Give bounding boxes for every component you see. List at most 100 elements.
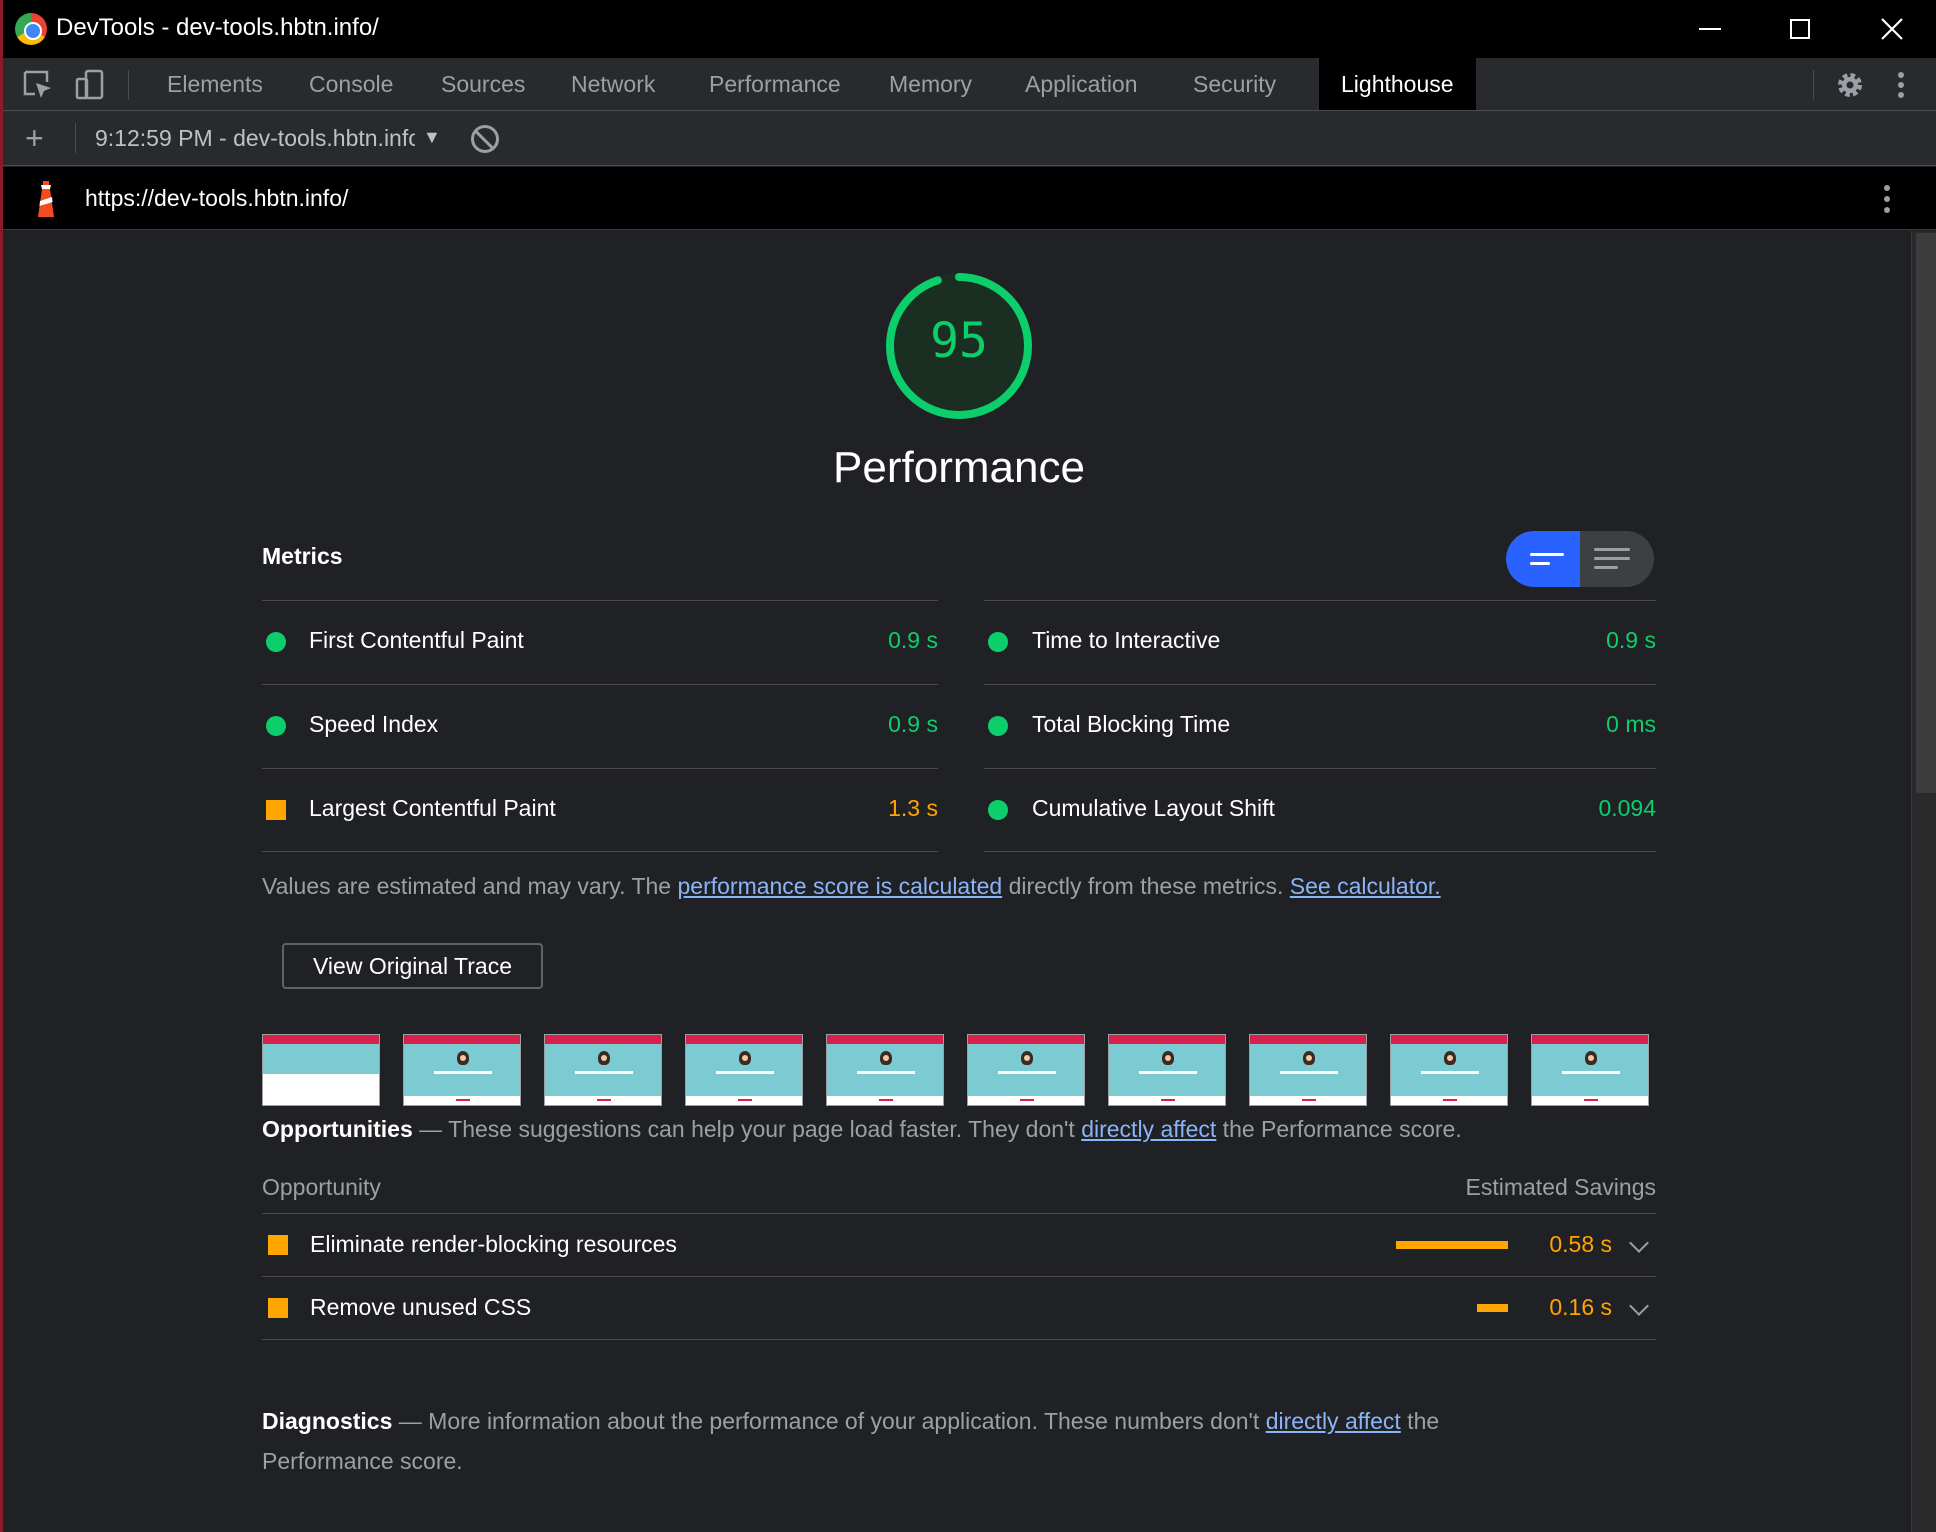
- chevron-down-icon[interactable]: ▼: [423, 127, 441, 148]
- divider: [262, 684, 938, 685]
- pass-indicator-icon: [988, 632, 1008, 652]
- intro-text: — These suggestions can help your page l…: [412, 1116, 1082, 1142]
- new-report-button[interactable]: +: [25, 122, 44, 154]
- divider: [262, 600, 938, 601]
- see-calculator-link[interactable]: See calculator.: [1290, 873, 1441, 899]
- report-scrollbar[interactable]: [1911, 231, 1936, 1532]
- clear-block-icon[interactable]: [471, 125, 499, 153]
- average-indicator-icon: [268, 1235, 288, 1255]
- filmstrip-frame: [544, 1034, 662, 1106]
- device-toolbar-icon[interactable]: [73, 68, 107, 102]
- opportunity-label: Eliminate render-blocking resources: [310, 1231, 677, 1257]
- metric-value: 1.3 s: [888, 795, 938, 821]
- pass-indicator-icon: [266, 716, 286, 736]
- metric-label: First Contentful Paint: [309, 627, 524, 653]
- report-url: https://dev-tools.hbtn.info/: [85, 185, 349, 211]
- tab-sources[interactable]: Sources: [419, 58, 547, 110]
- metric-label: Speed Index: [309, 711, 439, 737]
- metric-value: 0.9 s: [888, 627, 938, 653]
- divider: [262, 851, 938, 852]
- devtools-window: DevTools - dev-tools.hbtn.info/ Elements…: [0, 0, 1936, 1532]
- filmstrip-frame: [403, 1034, 521, 1106]
- chrome-logo-icon: [15, 13, 47, 45]
- panel-tab-bar: Elements Console Sources Network Perform…: [3, 58, 1936, 111]
- filmstrip-frame: [1108, 1034, 1226, 1106]
- filmstrip-frame: [1390, 1034, 1508, 1106]
- lighthouse-report: 95 Performance Metrics First Contentful …: [6, 231, 1911, 1532]
- tab-application[interactable]: Application: [1003, 58, 1160, 110]
- toolbar-divider: [75, 123, 76, 153]
- more-vertical-icon[interactable]: [1877, 181, 1897, 217]
- opportunities-heading: Opportunities: [262, 1116, 413, 1142]
- pass-indicator-icon: [988, 800, 1008, 820]
- tab-performance[interactable]: Performance: [687, 58, 863, 110]
- chevron-down-icon[interactable]: [1629, 1296, 1649, 1316]
- metrics-view-toggle[interactable]: [1506, 531, 1654, 587]
- tab-network[interactable]: Network: [549, 58, 677, 110]
- divider: [984, 851, 1656, 852]
- note-text: Values are estimated and may vary. The: [262, 873, 678, 899]
- opportunity-row[interactable]: Eliminate render-blocking resources 0.58…: [262, 1214, 1656, 1276]
- tab-console[interactable]: Console: [287, 58, 415, 110]
- score-calculated-link[interactable]: performance score is calculated: [677, 873, 1002, 899]
- tab-elements[interactable]: Elements: [145, 58, 285, 110]
- note-text: directly from these metrics.: [1002, 873, 1290, 899]
- metric-label: Time to Interactive: [1032, 627, 1221, 653]
- report-url-bar: https://dev-tools.hbtn.info/: [3, 167, 1936, 230]
- gear-icon[interactable]: [1833, 68, 1867, 102]
- metric-value: 0.9 s: [1606, 627, 1656, 653]
- window-title: DevTools - dev-tools.hbtn.info/: [56, 14, 379, 41]
- toolbar-divider: [128, 70, 129, 100]
- close-button[interactable]: [1847, 0, 1936, 58]
- title-bar: DevTools - dev-tools.hbtn.info/: [3, 0, 1936, 58]
- lighthouse-toolbar: + 9:12:59 PM - dev-tools.hbtn.info/ ▼: [3, 111, 1936, 166]
- expanded-view-button[interactable]: [1580, 531, 1654, 587]
- metric-label: Total Blocking Time: [1032, 711, 1231, 737]
- inspect-element-icon[interactable]: [21, 68, 55, 102]
- filmstrip-frame: [1249, 1034, 1367, 1106]
- chevron-down-icon[interactable]: [1629, 1233, 1649, 1253]
- scrollbar-thumb[interactable]: [1916, 233, 1936, 793]
- more-vertical-icon[interactable]: [1891, 68, 1917, 102]
- divider: [984, 768, 1656, 769]
- directly-affect-link[interactable]: directly affect: [1081, 1116, 1216, 1142]
- minimize-icon: [1699, 28, 1721, 30]
- pass-indicator-icon: [988, 716, 1008, 736]
- toolbar-divider: [1813, 70, 1814, 100]
- metric-label: Largest Contentful Paint: [309, 795, 556, 821]
- savings-column-header: Estimated Savings: [1465, 1174, 1656, 1200]
- savings-bar: [1477, 1304, 1508, 1312]
- average-indicator-icon: [268, 1298, 288, 1318]
- filmstrip-frame: [826, 1034, 944, 1106]
- pass-indicator-icon: [266, 632, 286, 652]
- opportunity-row[interactable]: Remove unused CSS 0.16 s: [262, 1277, 1656, 1339]
- diagnostics-intro: Diagnostics — More information about the…: [262, 1401, 1562, 1481]
- tab-security[interactable]: Security: [1171, 58, 1298, 110]
- metrics-note: Values are estimated and may vary. The p…: [262, 873, 1441, 900]
- average-indicator-icon: [266, 800, 286, 820]
- tab-memory[interactable]: Memory: [867, 58, 994, 110]
- performance-score: 95: [930, 313, 988, 369]
- opportunity-label: Remove unused CSS: [310, 1294, 532, 1320]
- divider: [984, 684, 1656, 685]
- filmstrip-frame: [967, 1034, 1085, 1106]
- intro-text: — More information about the performance…: [392, 1408, 1266, 1434]
- tab-lighthouse[interactable]: Lighthouse: [1319, 58, 1476, 110]
- divider: [262, 768, 938, 769]
- directly-affect-link[interactable]: directly affect: [1266, 1408, 1401, 1434]
- divider: [262, 1339, 1656, 1340]
- report-select[interactable]: 9:12:59 PM - dev-tools.hbtn.info/: [95, 125, 415, 152]
- lighthouse-icon: [33, 179, 59, 219]
- summary-view-button[interactable]: [1506, 531, 1580, 587]
- divider: [984, 600, 1656, 601]
- minimize-button[interactable]: [1665, 0, 1755, 58]
- savings-bar: [1396, 1241, 1508, 1249]
- view-original-trace-button[interactable]: View Original Trace: [282, 943, 543, 989]
- filmstrip-frame: [1531, 1034, 1649, 1106]
- metric-value: 0.9 s: [888, 711, 938, 737]
- savings-value: 0.16 s: [1549, 1294, 1612, 1320]
- filmstrip-frame: [262, 1034, 380, 1106]
- maximize-button[interactable]: [1755, 0, 1845, 58]
- savings-value: 0.58 s: [1549, 1231, 1612, 1257]
- maximize-icon: [1790, 19, 1810, 39]
